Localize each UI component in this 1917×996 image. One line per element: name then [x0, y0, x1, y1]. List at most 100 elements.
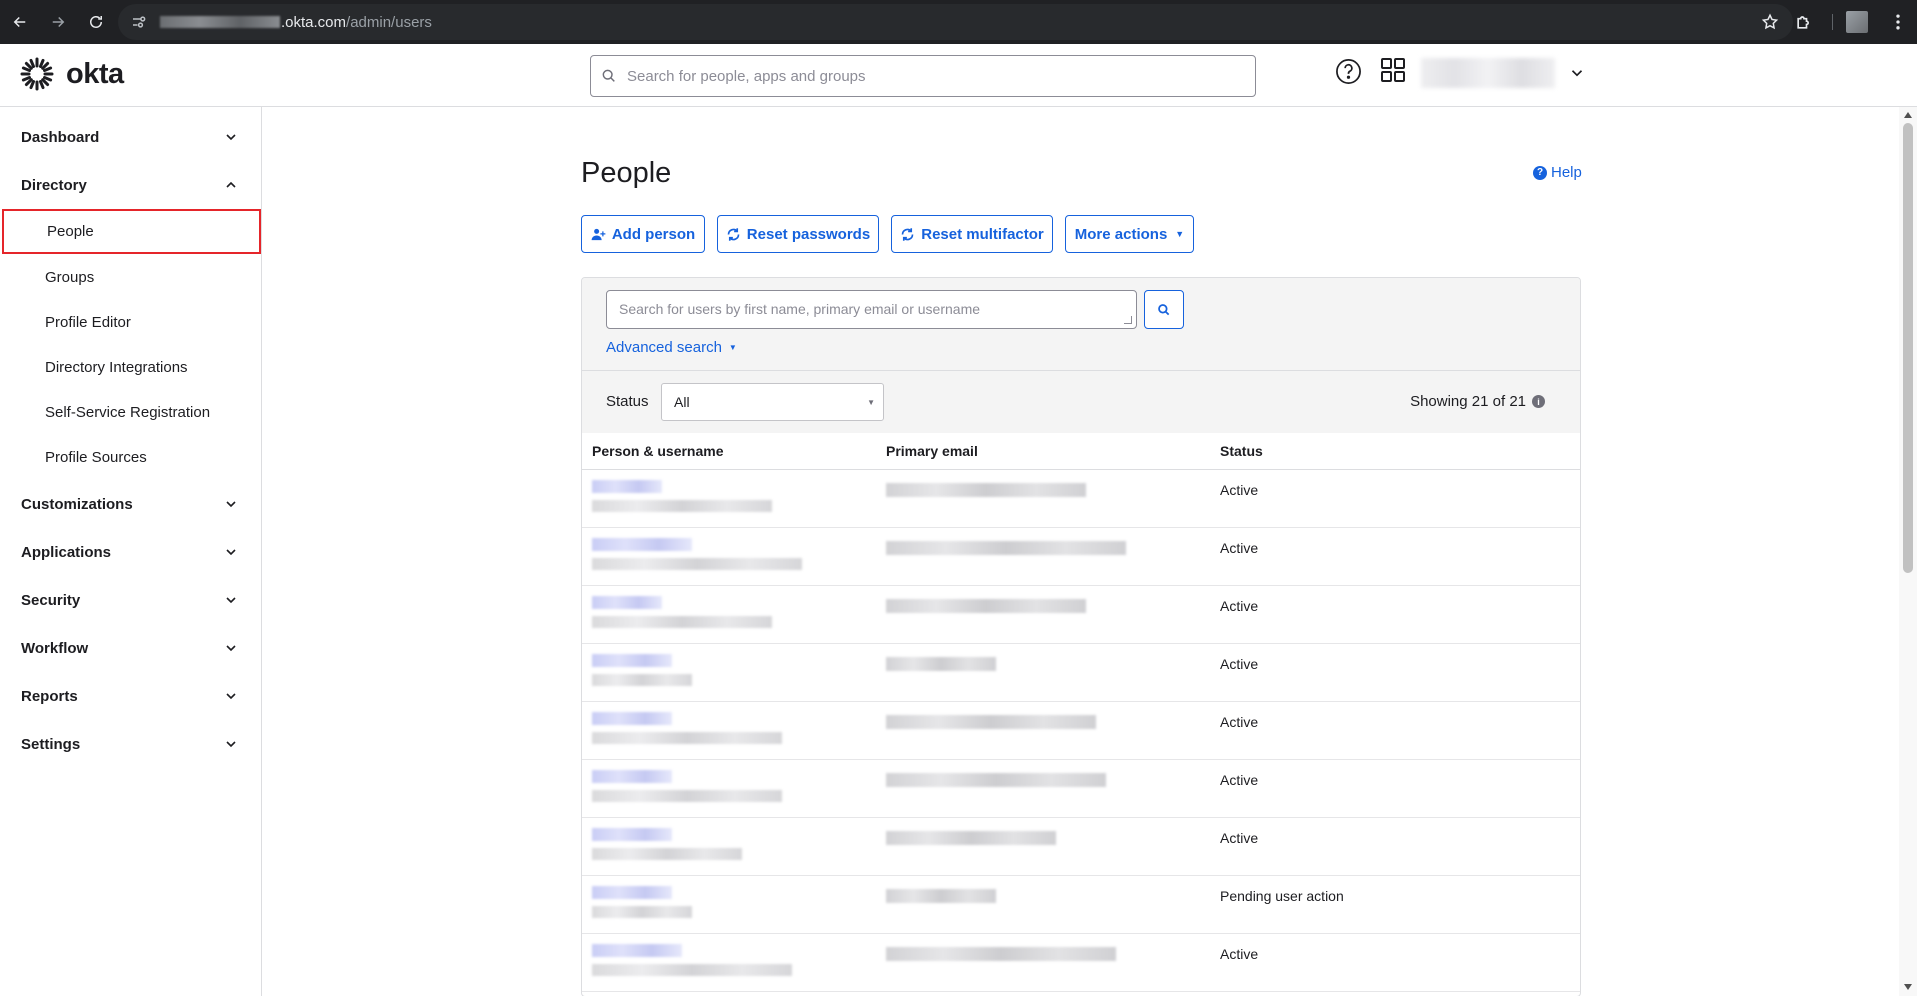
table-row: Active: [582, 702, 1580, 760]
username-redacted: [592, 558, 802, 570]
sidebar-section-dashboard[interactable]: Dashboard: [0, 117, 261, 157]
help-circle-icon[interactable]: [1335, 58, 1362, 85]
caret-down-icon: ▼: [1175, 229, 1185, 239]
person-name-redacted[interactable]: [592, 828, 672, 841]
person-name-redacted[interactable]: [592, 480, 662, 493]
reset-multifactor-button[interactable]: Reset multifactor: [891, 215, 1053, 253]
status-filter-select[interactable]: All ▼: [661, 383, 884, 421]
reload-icon[interactable]: [78, 4, 114, 40]
sidebar-section-customizations[interactable]: Customizations: [0, 484, 261, 524]
back-icon[interactable]: [2, 4, 38, 40]
status-cell: Active: [1220, 772, 1259, 788]
table-row: Active: [582, 586, 1580, 644]
people-table-body: Active Active Active Active Active Activ…: [582, 470, 1580, 992]
browser-toolbar: .okta.com/admin/users: [0, 0, 1917, 44]
refresh-icon: [901, 227, 914, 241]
global-search-box[interactable]: [590, 55, 1256, 97]
sidebar-item-directory-integrations[interactable]: Directory Integrations: [0, 345, 261, 390]
scroll-up-arrow-icon[interactable]: [1904, 112, 1912, 118]
email-redacted: [886, 715, 1096, 729]
user-menu-redacted[interactable]: [1421, 58, 1555, 88]
sidebar-section-label: Applications: [21, 543, 112, 561]
search-icon: [602, 69, 615, 82]
result-count-text: Showing 21 of 21: [1410, 393, 1526, 410]
scroll-thumb[interactable]: [1903, 123, 1913, 573]
sidebar-item-self-service-registration[interactable]: Self-Service Registration: [0, 390, 261, 435]
sidebar-item-label: Groups: [45, 269, 95, 286]
user-search-box[interactable]: [606, 290, 1137, 329]
extensions-icon[interactable]: [1794, 12, 1814, 32]
forward-icon[interactable]: [40, 4, 76, 40]
site-info-icon[interactable]: [130, 13, 148, 31]
add-person-button[interactable]: Add person: [581, 215, 705, 253]
sidebar-section-label: Directory: [21, 176, 87, 194]
status-cell: Active: [1220, 714, 1259, 730]
status-cell: Active: [1220, 482, 1259, 498]
advanced-search-toggle[interactable]: Advanced search ▼: [606, 339, 737, 356]
url-path: /admin/users: [346, 13, 432, 31]
app-grid-icon[interactable]: [1380, 57, 1406, 83]
resize-handle-icon[interactable]: [1124, 316, 1132, 324]
add-person-label: Add person: [611, 225, 696, 243]
sidebar-item-profile-sources[interactable]: Profile Sources: [0, 435, 261, 480]
sidebar-section-label: Workflow: [21, 639, 89, 657]
person-name-redacted[interactable]: [592, 712, 672, 725]
user-search-button[interactable]: [1144, 290, 1184, 329]
page-scrollbar[interactable]: [1899, 107, 1917, 996]
column-header-status[interactable]: Status: [1220, 443, 1263, 459]
table-row: Pending user action: [582, 876, 1580, 934]
scroll-down-arrow-icon[interactable]: [1904, 984, 1912, 990]
sidebar-item-label: Directory Integrations: [45, 359, 188, 376]
person-name-redacted[interactable]: [592, 944, 682, 957]
user-search-input[interactable]: [619, 291, 1119, 327]
sidebar-item-label: Profile Editor: [45, 314, 131, 331]
reset-passwords-button[interactable]: Reset passwords: [717, 215, 879, 253]
sidebar-item-label: Self-Service Registration: [45, 404, 211, 421]
email-redacted: [886, 831, 1056, 845]
sidebar-section-workflow[interactable]: Workflow: [0, 628, 261, 668]
global-search-input[interactable]: [627, 67, 1227, 85]
browser-menu-icon[interactable]: [1888, 11, 1908, 33]
email-redacted: [886, 483, 1086, 497]
table-row: Active: [582, 470, 1580, 528]
result-count: Showing 21 of 21 i: [1410, 393, 1545, 410]
toolbar-separator: [1832, 14, 1833, 30]
url-domain: .okta.com: [281, 13, 347, 31]
status-cell: Active: [1220, 540, 1259, 556]
sidebar-section-applications[interactable]: Applications: [0, 532, 261, 572]
chevron-down-icon[interactable]: [1568, 64, 1586, 82]
person-name-redacted[interactable]: [592, 538, 692, 551]
sidebar-section-settings[interactable]: Settings: [0, 724, 261, 764]
bookmark-star-icon[interactable]: [1761, 13, 1779, 31]
address-bar[interactable]: .okta.com/admin/users: [118, 4, 1793, 40]
chevron-down-icon: [226, 645, 236, 652]
sidebar-section-label: Dashboard: [21, 128, 100, 146]
sidebar-item-profile-editor[interactable]: Profile Editor: [0, 300, 261, 345]
sidebar-item-people[interactable]: People: [2, 209, 261, 254]
column-header-person[interactable]: Person & username: [592, 443, 724, 459]
app-header: okta: [0, 44, 1917, 107]
more-actions-dropdown[interactable]: More actions ▼: [1065, 215, 1194, 253]
sidebar-section-security[interactable]: Security: [0, 580, 261, 620]
profile-avatar[interactable]: [1846, 11, 1868, 33]
chevron-down-icon: [226, 693, 236, 700]
person-name-redacted[interactable]: [592, 654, 672, 667]
person-name-redacted[interactable]: [592, 770, 672, 783]
reset-passwords-label: Reset passwords: [746, 225, 871, 243]
person-name-redacted[interactable]: [592, 886, 672, 899]
caret-down-icon: ▼: [867, 398, 875, 407]
okta-logo[interactable]: okta: [20, 57, 124, 91]
sidebar-section-reports[interactable]: Reports: [0, 676, 261, 716]
username-redacted: [592, 906, 692, 918]
divider: [582, 370, 1580, 371]
username-redacted: [592, 790, 782, 802]
sidebar-section-label: Reports: [21, 687, 78, 705]
sidebar-item-groups[interactable]: Groups: [0, 255, 261, 300]
email-redacted: [886, 773, 1106, 787]
help-link[interactable]: ? Help: [1533, 164, 1582, 181]
sidebar-section-directory[interactable]: Directory: [0, 165, 261, 205]
person-name-redacted[interactable]: [592, 596, 662, 609]
info-icon[interactable]: i: [1532, 395, 1545, 408]
search-icon: [1158, 303, 1170, 315]
column-header-email[interactable]: Primary email: [886, 443, 978, 459]
